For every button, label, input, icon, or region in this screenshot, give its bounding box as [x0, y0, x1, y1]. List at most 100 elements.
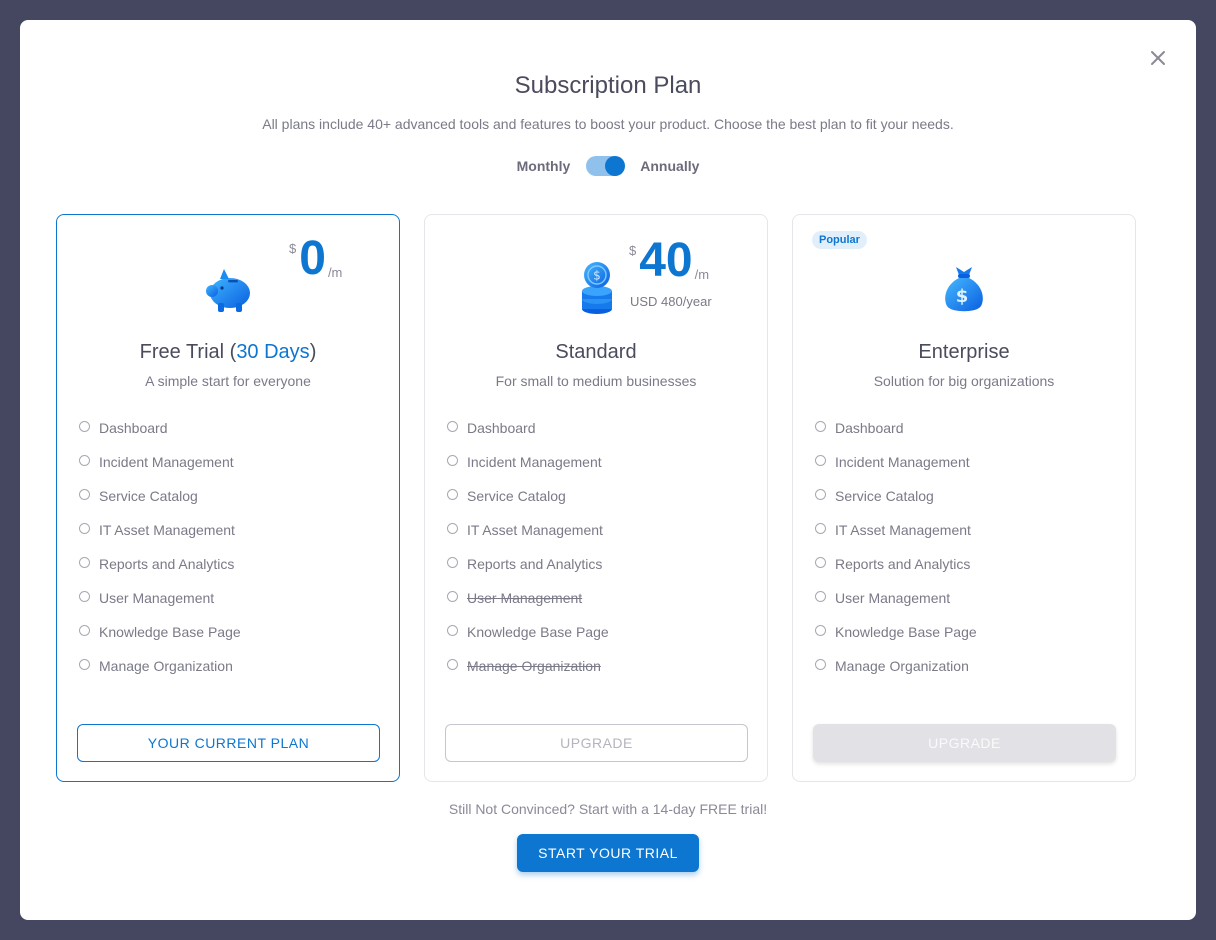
- feature-label: Service Catalog: [99, 488, 198, 504]
- circle-bullet-icon: [447, 420, 458, 432]
- feature-item: Manage Organization: [815, 649, 977, 683]
- plan-description: For small to medium businesses: [495, 373, 697, 389]
- circle-bullet-icon: [447, 454, 458, 466]
- modal-title: Subscription Plan: [514, 72, 702, 99]
- circle-bullet-icon: [815, 658, 826, 670]
- svg-text:$: $: [956, 286, 969, 307]
- circle-bullet-icon: [79, 556, 90, 568]
- feature-label: IT Asset Management: [467, 522, 603, 538]
- svg-text:$: $: [593, 269, 601, 283]
- feature-label: Reports and Analytics: [835, 556, 971, 572]
- plan-card-standard[interactable]: $ 40 /m USD 480/year $ Standard For smal…: [424, 214, 768, 782]
- price-currency: $: [289, 241, 297, 256]
- feature-item: User Management: [815, 581, 977, 615]
- popular-badge: Popular: [812, 231, 867, 249]
- feature-item: IT Asset Management: [447, 513, 609, 547]
- toggle-knob: [605, 156, 626, 176]
- circle-bullet-icon: [815, 556, 826, 568]
- close-icon: [1151, 51, 1165, 65]
- feature-item: Incident Management: [79, 445, 241, 479]
- circle-bullet-icon: [447, 590, 458, 602]
- feature-item: Service Catalog: [447, 479, 609, 513]
- circle-bullet-icon: [79, 522, 90, 534]
- feature-list: Dashboard Incident Management Service Ca…: [815, 411, 977, 683]
- circle-bullet-icon: [447, 624, 458, 636]
- feature-label: Manage Organization: [835, 658, 969, 674]
- plan-name: Standard: [555, 341, 637, 363]
- circle-bullet-icon: [79, 624, 90, 636]
- circle-bullet-icon: [79, 488, 90, 500]
- feature-label: Dashboard: [99, 420, 168, 436]
- upgrade-button-disabled[interactable]: UPGRADE: [813, 724, 1116, 762]
- feature-item: Reports and Analytics: [815, 547, 977, 581]
- plan-card-enterprise[interactable]: Popular $ Enterprise Solution for big or…: [792, 214, 1136, 782]
- circle-bullet-icon: [815, 590, 826, 602]
- plan-card-free-trial[interactable]: $ 0 /m Free Trial (30 Days) A simple sta…: [56, 214, 400, 782]
- feature-label: Incident Management: [835, 454, 970, 470]
- circle-bullet-icon: [815, 522, 826, 534]
- circle-bullet-icon: [79, 420, 90, 432]
- upgrade-button[interactable]: UPGRADE: [445, 724, 748, 762]
- circle-bullet-icon: [79, 658, 90, 670]
- circle-bullet-icon: [815, 488, 826, 500]
- plan-description: Solution for big organizations: [873, 373, 1055, 389]
- feature-item: Reports and Analytics: [79, 547, 241, 581]
- feature-label: Incident Management: [99, 454, 234, 470]
- feature-label: User Management: [467, 590, 583, 606]
- feature-label: IT Asset Management: [99, 522, 235, 538]
- feature-item: Incident Management: [815, 445, 977, 479]
- modal-subtitle: All plans include 40+ advanced tools and…: [262, 116, 954, 132]
- circle-bullet-icon: [447, 658, 458, 670]
- feature-item-unavailable: Manage Organization: [447, 649, 609, 683]
- feature-item: IT Asset Management: [79, 513, 241, 547]
- feature-label: Incident Management: [467, 454, 602, 470]
- circle-bullet-icon: [447, 556, 458, 568]
- circle-bullet-icon: [447, 522, 458, 534]
- feature-item: Reports and Analytics: [447, 547, 609, 581]
- price-currency: $: [629, 243, 637, 258]
- coins-icon: $: [425, 259, 767, 317]
- feature-label: Dashboard: [835, 420, 904, 436]
- feature-label: Manage Organization: [99, 658, 233, 674]
- feature-label: Service Catalog: [835, 488, 934, 504]
- feature-item: Knowledge Base Page: [447, 615, 609, 649]
- circle-bullet-icon: [79, 590, 90, 602]
- feature-label: Manage Organization: [467, 658, 601, 674]
- circle-bullet-icon: [79, 454, 90, 466]
- trial-note: Still Not Convinced? Start with a 14-day…: [448, 801, 768, 817]
- feature-label: User Management: [835, 590, 951, 606]
- feature-item: Knowledge Base Page: [79, 615, 241, 649]
- feature-item: Manage Organization: [79, 649, 241, 683]
- circle-bullet-icon: [815, 420, 826, 432]
- feature-item: Dashboard: [79, 411, 241, 445]
- feature-label: User Management: [99, 590, 215, 606]
- annually-label[interactable]: Annually: [640, 158, 699, 174]
- current-plan-button[interactable]: YOUR CURRENT PLAN: [77, 724, 380, 762]
- plan-name-suffix: ): [309, 341, 317, 363]
- feature-list: Dashboard Incident Management Service Ca…: [79, 411, 241, 683]
- subscription-modal: Subscription Plan All plans include 40+ …: [20, 20, 1196, 920]
- feature-item: User Management: [79, 581, 241, 615]
- feature-label: Knowledge Base Page: [467, 624, 609, 640]
- feature-item: Dashboard: [815, 411, 977, 445]
- close-button[interactable]: [1148, 48, 1168, 68]
- piggy-bank-icon: [57, 259, 399, 319]
- billing-toggle[interactable]: [586, 156, 626, 176]
- feature-item: Dashboard: [447, 411, 609, 445]
- plan-name-prefix: Free Trial (: [139, 341, 237, 363]
- plan-name-highlight: 30 Days: [236, 341, 310, 363]
- monthly-label[interactable]: Monthly: [517, 158, 571, 174]
- start-trial-button[interactable]: START YOUR TRIAL: [517, 834, 699, 872]
- feature-label: Dashboard: [467, 420, 536, 436]
- circle-bullet-icon: [815, 624, 826, 636]
- money-bag-icon: $: [793, 259, 1135, 317]
- feature-item: Service Catalog: [79, 479, 241, 513]
- plan-description: A simple start for everyone: [145, 373, 311, 389]
- feature-item: Knowledge Base Page: [815, 615, 977, 649]
- feature-item: Service Catalog: [815, 479, 977, 513]
- feature-list: Dashboard Incident Management Service Ca…: [447, 411, 609, 683]
- feature-label: Service Catalog: [467, 488, 566, 504]
- circle-bullet-icon: [815, 454, 826, 466]
- feature-label: IT Asset Management: [835, 522, 971, 538]
- feature-item: IT Asset Management: [815, 513, 977, 547]
